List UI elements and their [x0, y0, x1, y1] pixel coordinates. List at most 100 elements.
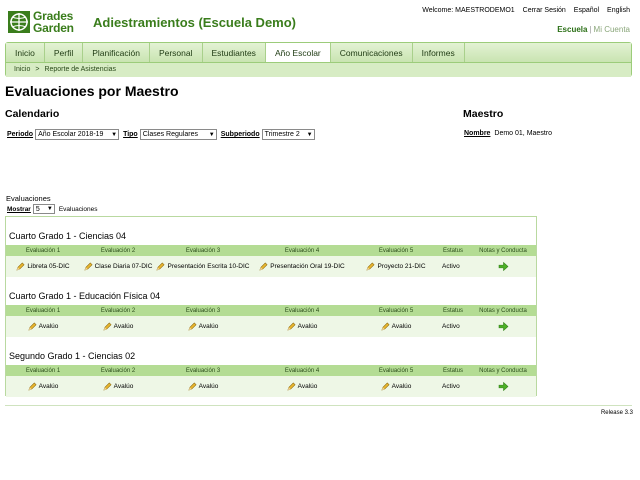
notes-conduct-button[interactable]: [468, 316, 538, 337]
pencil-icon: [188, 322, 197, 331]
type-select[interactable]: Clases Regulares ▼: [139, 129, 217, 140]
table-row: Avalúo Avalúo Avalúo Avalúo Avalúo Activo: [6, 376, 536, 397]
nav-tabs: Inicio Perfil Planificación Personal Est…: [6, 43, 631, 63]
chevron-down-icon: ▼: [111, 131, 118, 138]
teacher-name-value: Demo 01, Maestro: [494, 130, 552, 137]
pencil-icon: [287, 322, 296, 331]
evaluation-label: Presentación Oral 19-DIC: [270, 263, 345, 270]
column-header: Evaluación 3: [185, 247, 221, 254]
column-header: Evaluación 1: [25, 367, 61, 374]
subperiod-label: Subperiodo: [220, 131, 260, 138]
evaluation-label: Avalúo: [391, 383, 412, 390]
evaluation-link[interactable]: Avalúo: [80, 316, 156, 337]
show-count-select[interactable]: 5 ▼: [32, 204, 55, 214]
evaluation-link[interactable]: Avalúo: [250, 316, 354, 337]
period-select[interactable]: Año Escolar 2018-19 ▼: [35, 129, 120, 140]
evaluations-section-label: Evaluaciones: [6, 194, 51, 203]
pencil-icon: [16, 262, 25, 271]
evaluation-link[interactable]: Avalúo: [250, 376, 354, 397]
tab-personal[interactable]: Personal: [150, 43, 203, 62]
table-header-row: Evaluación 1 Evaluación 2 Evaluación 3 Eval…: [6, 245, 536, 256]
show-count-value: 5: [35, 205, 40, 213]
column-header: Evaluación 1: [25, 307, 61, 314]
green-arrow-right-icon: [498, 382, 508, 391]
evaluation-link[interactable]: Clase Diaria 07-DIC: [80, 256, 156, 277]
period-select-value: Año Escolar 2018-19: [38, 131, 104, 138]
column-header: Evaluación 2: [100, 307, 136, 314]
evaluation-label: Avalúo: [297, 383, 318, 390]
link-separator: |: [589, 25, 592, 34]
evaluation-label: Libreta 05-DIC: [27, 263, 70, 270]
notes-conduct-button[interactable]: [468, 256, 538, 277]
course-block: Cuarto Grado 1 - Educación Física 04 Eval…: [6, 277, 536, 337]
pencil-icon: [156, 262, 165, 271]
course-title: Cuarto Grado 1 - Educación Física 04: [9, 291, 161, 301]
footer-divider: [5, 405, 632, 406]
pencil-icon: [287, 382, 296, 391]
type-label: Tipo: [123, 131, 138, 138]
evaluation-link[interactable]: Presentación Oral 19-DIC: [250, 256, 354, 277]
school-link[interactable]: Escuela: [557, 25, 587, 34]
evaluation-link[interactable]: Avalúo: [354, 376, 438, 397]
evaluation-label: Avalúo: [198, 323, 219, 330]
column-header: Evaluación 1: [25, 247, 61, 254]
grades-garden-logo-icon: [8, 11, 30, 33]
main-nav: Inicio Perfil Planificación Personal Est…: [5, 42, 632, 77]
evaluation-label: Avalúo: [113, 323, 134, 330]
table-header-row: Evaluación 1 Evaluación 2 Evaluación 3 Eval…: [6, 365, 536, 376]
course-block: Segundo Grado 1 - Ciencias 02 Evaluación …: [6, 337, 536, 397]
evaluations-table: Cuarto Grado 1 - Ciencias 04 Evaluación 1…: [5, 216, 537, 397]
logout-link[interactable]: Cerrar Sesión: [523, 7, 566, 14]
period-label: Periodo: [7, 131, 34, 138]
evaluation-link[interactable]: Avalúo: [156, 316, 250, 337]
column-header: Evaluación 2: [100, 247, 136, 254]
logo[interactable]: Grades Garden: [8, 9, 94, 35]
pencil-icon: [28, 322, 37, 331]
evaluation-label: Avalúo: [297, 323, 318, 330]
tab-estudiantes[interactable]: Estudiantes: [203, 43, 266, 62]
teacher-heading: Maestro: [463, 108, 504, 120]
tab-perfil[interactable]: Perfil: [45, 43, 84, 62]
evaluation-link[interactable]: Avalúo: [80, 376, 156, 397]
language-es-link[interactable]: Español: [574, 7, 599, 14]
course-title: Segundo Grado 1 - Ciencias 02: [9, 351, 136, 361]
evaluation-link[interactable]: Avalúo: [6, 316, 80, 337]
evaluation-link[interactable]: Avalúo: [156, 376, 250, 397]
evaluation-label: Avalúo: [113, 383, 134, 390]
notes-conduct-button[interactable]: [468, 376, 538, 397]
pencil-icon: [28, 382, 37, 391]
column-header: Evaluación 4: [284, 247, 320, 254]
tab-ano-escolar[interactable]: Año Escolar: [265, 43, 331, 62]
evaluation-link[interactable]: Presentación Escrita 10-DIC: [156, 256, 250, 277]
course-title: Cuarto Grado 1 - Ciencias 04: [9, 231, 127, 241]
my-account-link[interactable]: Mi Cuenta: [594, 25, 630, 34]
course-block: Cuarto Grado 1 - Ciencias 04 Evaluación 1…: [6, 217, 536, 277]
chevron-down-icon: ▼: [46, 206, 53, 212]
evaluation-link[interactable]: Avalúo: [6, 376, 80, 397]
column-header: Evaluación 5: [378, 367, 414, 374]
pencil-icon: [103, 322, 112, 331]
tab-inicio[interactable]: Inicio: [6, 43, 45, 62]
language-en-link[interactable]: English: [607, 7, 630, 14]
evaluation-link[interactable]: Libreta 05-DIC: [6, 256, 80, 277]
subperiod-select-value: Trimestre 2: [264, 131, 300, 138]
pencil-icon: [381, 322, 390, 331]
column-header: Notas y Conducta: [479, 367, 527, 374]
column-header: Notas y Conducta: [479, 247, 527, 254]
tab-comunicaciones[interactable]: Comunicaciones: [331, 43, 413, 62]
evaluation-link[interactable]: Avalúo: [354, 316, 438, 337]
breadcrumb-home[interactable]: Inicio: [14, 66, 30, 73]
subperiod-select[interactable]: Trimestre 2 ▼: [261, 129, 315, 140]
table-row: Avalúo Avalúo Avalúo Avalúo Avalúo Activo: [6, 316, 536, 337]
page-title: Evaluaciones por Maestro: [5, 83, 179, 99]
evaluation-link[interactable]: Proyecto 21-DIC: [354, 256, 438, 277]
tab-informes[interactable]: Informes: [413, 43, 465, 62]
green-arrow-right-icon: [498, 322, 508, 331]
teacher-info: Nombre Demo 01, Maestro: [464, 130, 552, 137]
tab-planificacion[interactable]: Planificación: [83, 43, 150, 62]
pencil-icon: [381, 382, 390, 391]
column-header: Notas y Conducta: [479, 307, 527, 314]
column-header: Evaluación 3: [185, 367, 221, 374]
logo-text-line2: Garden: [33, 21, 74, 35]
column-header: Evaluación 5: [378, 307, 414, 314]
